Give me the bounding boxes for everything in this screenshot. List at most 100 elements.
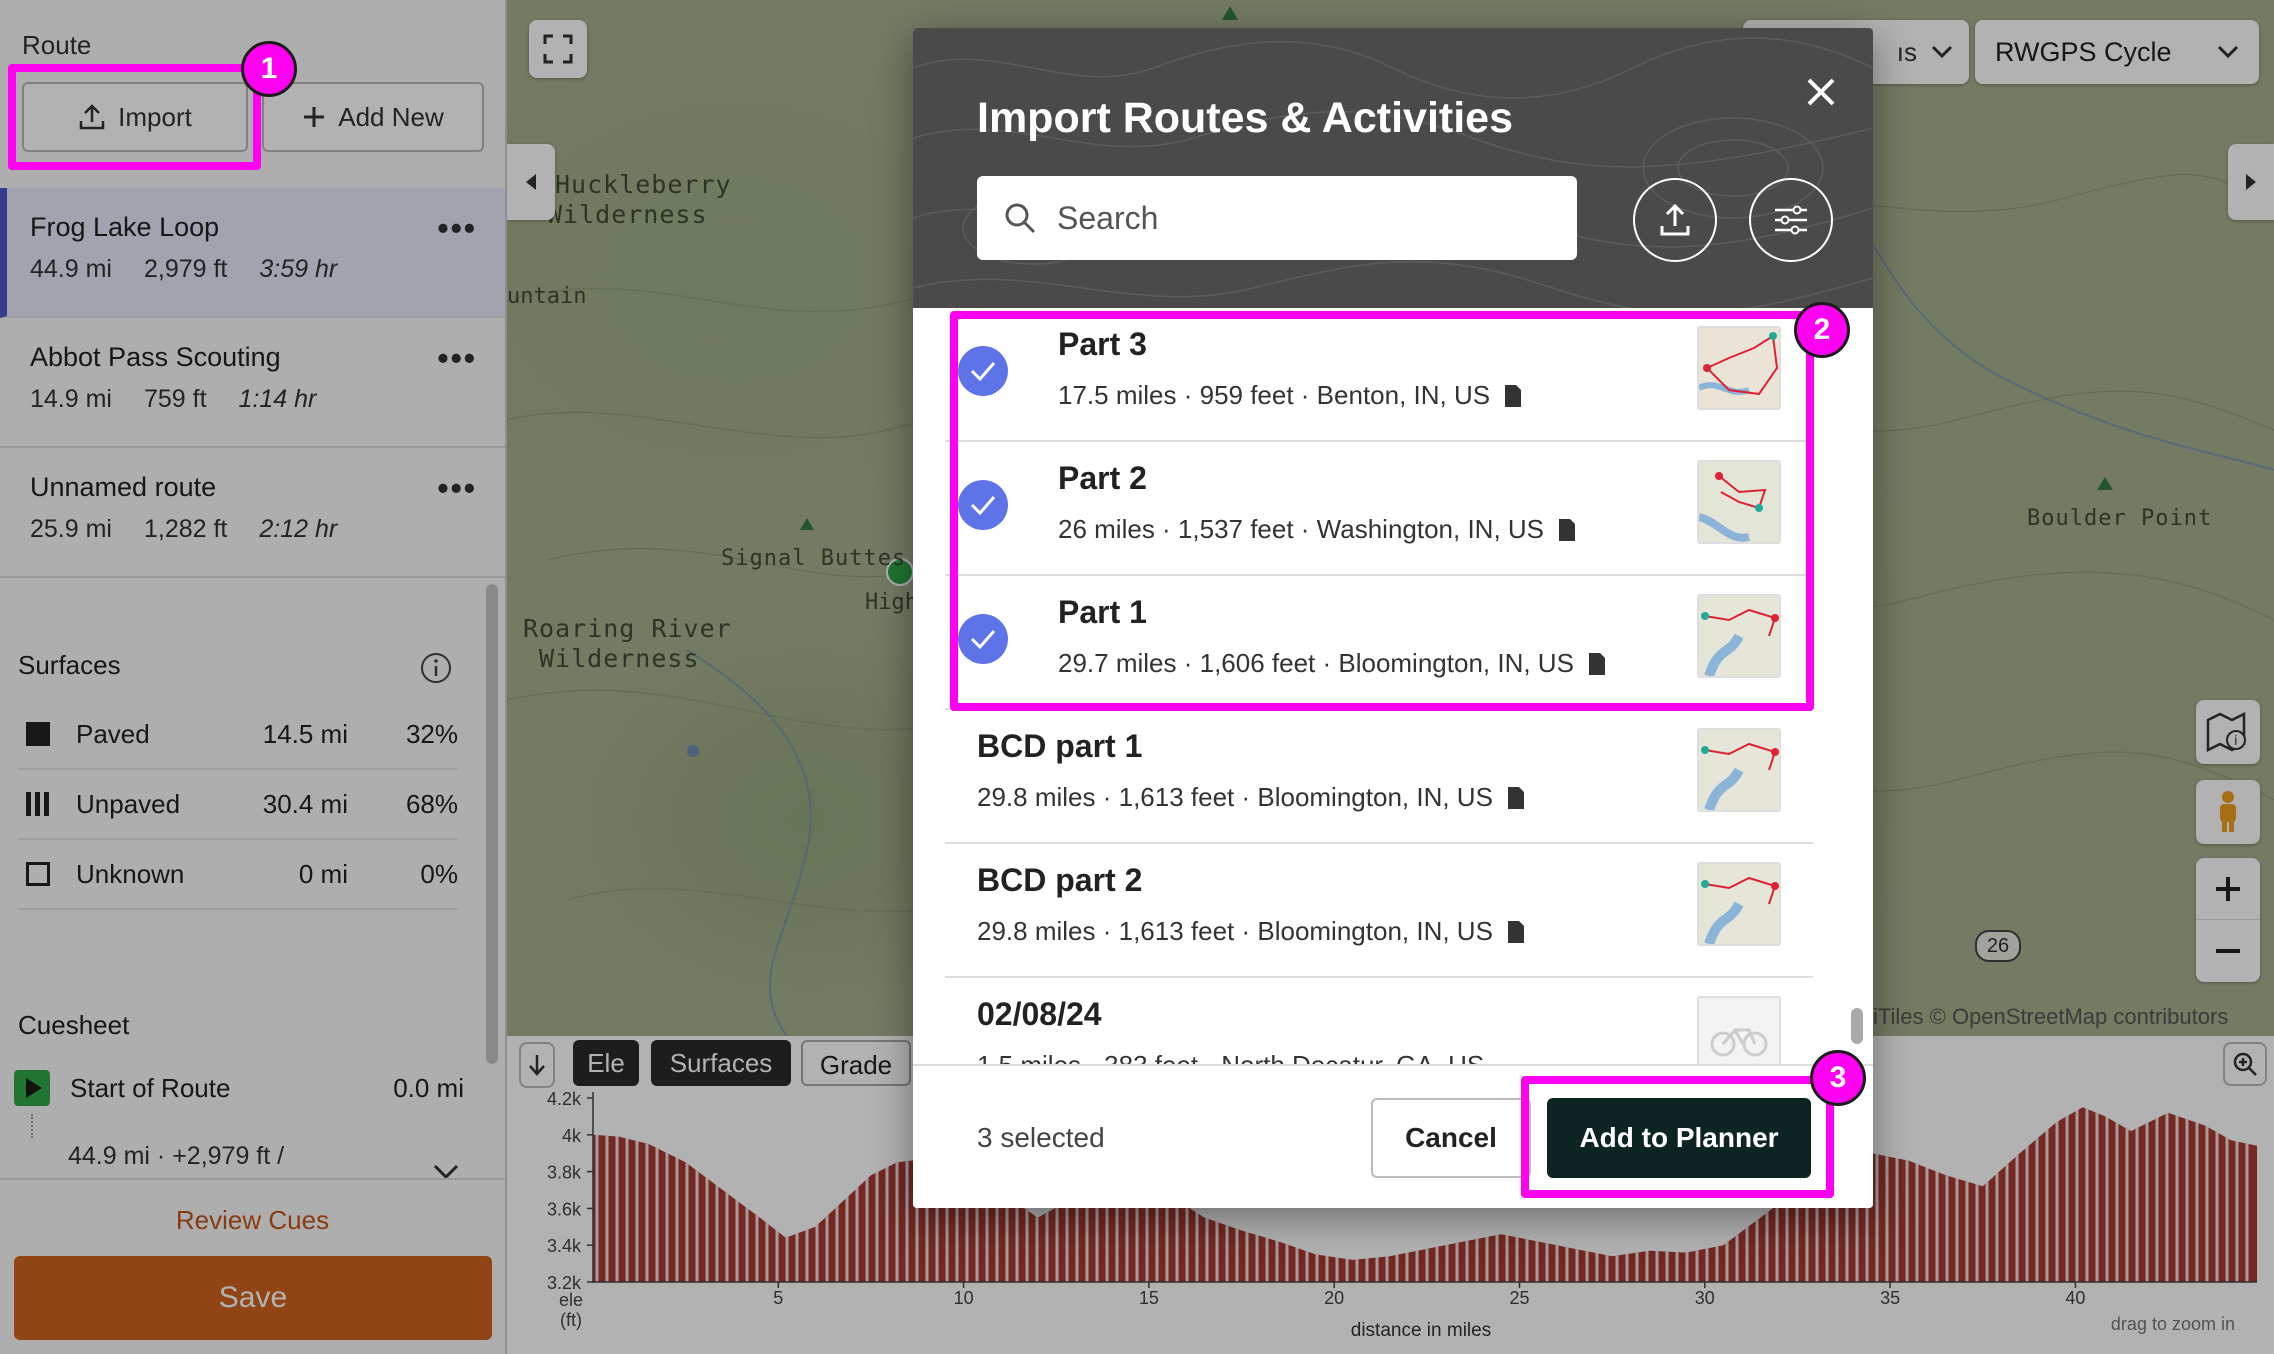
list-item[interactable]: BCD part 2 29.8 miles · 1,613 feet · Blo…: [945, 844, 1813, 978]
surface-name: Unpaved: [76, 788, 181, 819]
checkbox-checked-icon[interactable]: [958, 614, 1008, 664]
info-icon[interactable]: [420, 652, 452, 684]
map-style-dropdown[interactable]: RWGPS Cycle: [1975, 20, 2259, 84]
list-item[interactable]: Part 3 17.5 miles · 959 feet · Benton, I…: [945, 308, 1813, 442]
x-tick-label: 30: [1695, 1288, 1715, 1308]
route-stats: 14.9 mi 759 ft 1:14 hr: [30, 385, 475, 414]
street-view-button[interactable]: [2196, 780, 2260, 844]
close-icon: [1807, 78, 1835, 106]
item-title: BCD part 2: [977, 862, 1143, 898]
map-style-label: RWGPS Cycle: [1995, 36, 2172, 67]
map-attribution: iTiles © OpenStreetMap contributors: [1873, 1004, 2229, 1029]
surface-row-unpaved: Unpaved 30.4 mi 68%: [18, 770, 458, 840]
import-button[interactable]: Import: [22, 82, 248, 152]
checkbox-checked-icon[interactable]: [958, 346, 1008, 396]
svg-text:i: i: [2234, 734, 2238, 749]
route-name: Frog Lake Loop: [30, 212, 220, 242]
cancel-button[interactable]: Cancel: [1371, 1098, 1531, 1178]
surface-percent: 32%: [405, 718, 458, 749]
review-cues-button[interactable]: Review Cues: [0, 1178, 505, 1258]
zoom-hint: drag to zoom in: [2111, 1314, 2235, 1334]
cue-start-of-route[interactable]: Start of Route 0.0 mi: [14, 1070, 464, 1106]
map-info-button[interactable]: i: [2196, 700, 2260, 764]
more-options-icon[interactable]: •••: [437, 470, 477, 507]
route-distance: 44.9 mi: [30, 255, 112, 283]
x-tick-label: 20: [1324, 1288, 1344, 1308]
route-item-abbot-pass-scouting[interactable]: Abbot Pass Scouting 14.9 mi 759 ft 1:14 …: [0, 318, 505, 448]
route-thumbnail: [1697, 728, 1781, 812]
more-options-icon[interactable]: •••: [437, 340, 477, 377]
zoom-control: [2196, 858, 2260, 982]
collapse-left-button[interactable]: [507, 144, 555, 220]
list-item[interactable]: Part 2 26 miles · 1,537 feet · Washingto…: [945, 442, 1813, 576]
x-tick-label: 40: [2065, 1288, 2085, 1308]
route-time: 3:59 hr: [259, 255, 338, 283]
cue-label: Start of Route: [70, 1072, 231, 1103]
route-thumbnail: [1697, 862, 1781, 946]
x-tick-label: 25: [1509, 1288, 1529, 1308]
cue-connector: [31, 1114, 33, 1138]
item-meta-text: 17.5 miles · 959 feet · Benton, IN, US: [1058, 380, 1491, 410]
route-item-unnamed-route[interactable]: Unnamed route 25.9 mi 1,282 ft 2:12 hr •…: [0, 448, 505, 578]
more-options-icon[interactable]: •••: [437, 210, 477, 247]
route-item-frog-lake-loop[interactable]: Frog Lake Loop 44.9 mi 2,979 ft 3:59 hr …: [0, 188, 505, 318]
plus-icon: [2216, 876, 2240, 901]
list-item[interactable]: BCD part 1 29.8 miles · 1,613 feet · Blo…: [945, 710, 1813, 844]
bicycle-thumbnail: [1697, 996, 1781, 1064]
add-to-planner-button[interactable]: Add to Planner: [1547, 1098, 1811, 1178]
list-item[interactable]: 02/08/24 1.5 miles · 383 feet · North De…: [945, 978, 1813, 1064]
upload-icon: [79, 104, 105, 130]
save-button[interactable]: Save: [14, 1256, 492, 1340]
import-list[interactable]: Part 3 17.5 miles · 959 feet · Benton, I…: [913, 308, 1873, 1064]
x-tick-label: 35: [1880, 1288, 1900, 1308]
search-icon: [1005, 203, 1036, 234]
route-name: Abbot Pass Scouting: [30, 342, 281, 372]
item-meta-text: 26 miles · 1,537 feet · Washington, IN, …: [1058, 514, 1545, 544]
fullscreen-button[interactable]: [529, 20, 587, 78]
sidebar: Route Import Add New Frog Lake Loop 44.9…: [0, 0, 507, 1354]
surface-miles: 30.4 mi: [262, 788, 348, 819]
item-meta-text: 29.8 miles · 1,613 feet · Bloomington, I…: [977, 916, 1493, 946]
close-button[interactable]: [1793, 64, 1849, 120]
surface-row-unknown: Unknown 0 mi 0%: [18, 840, 458, 910]
modal-header: Import Routes & Activities: [913, 28, 1873, 308]
list-scrollbar[interactable]: [1851, 1008, 1863, 1044]
cue-distance: 0.0 mi: [393, 1072, 464, 1103]
unknown-swatch: [26, 862, 50, 886]
search-box: [977, 176, 1577, 260]
layer-dropdown-partial-label: ıs: [1896, 36, 1917, 67]
y-tick-label: 4.2k: [547, 1089, 582, 1109]
x-axis-label: distance in miles: [1351, 1320, 1491, 1341]
zoom-in-button[interactable]: [2196, 858, 2260, 920]
y-tick-label: 3.4k: [547, 1236, 582, 1256]
filter-button[interactable]: [1749, 178, 1833, 262]
item-meta: 1.5 miles · 383 feet · North Decatur, GA…: [977, 1050, 1484, 1064]
y-axis-label: (ft): [560, 1310, 582, 1330]
list-item[interactable]: Part 1 29.7 miles · 1,606 feet · Bloomin…: [945, 576, 1813, 710]
chevron-right-icon: [2246, 174, 2256, 190]
selected-count: 3 selected: [977, 1122, 1105, 1153]
item-title: Part 1: [1058, 594, 1147, 630]
surface-percent: 68%: [405, 788, 458, 819]
plus-icon: [304, 107, 325, 127]
file-icon: [1507, 786, 1524, 809]
route-time: 2:12 hr: [259, 515, 338, 543]
import-modal: Import Routes & Activities Part 3 17.5 m…: [913, 28, 1873, 1208]
surface-name: Paved: [76, 718, 150, 749]
zoom-out-button[interactable]: [2196, 920, 2260, 982]
upload-file-button[interactable]: [1633, 178, 1717, 262]
add-new-button[interactable]: Add New: [262, 82, 484, 152]
checkbox-checked-icon[interactable]: [958, 480, 1008, 530]
bicycle-icon: [1710, 1028, 1768, 1057]
item-title: Part 2: [1058, 460, 1147, 496]
map-label-signal-buttes: Signal Buttes: [721, 546, 907, 571]
sidebar-scrollbar[interactable]: [486, 584, 498, 1064]
unpaved-swatch: [26, 792, 50, 816]
route-elevation: 759 ft: [143, 385, 207, 413]
collapse-right-button[interactable]: [2228, 144, 2274, 220]
chevron-left-icon: [526, 174, 536, 190]
surface-miles: 0 mi: [298, 858, 348, 889]
item-meta: 29.8 miles · 1,613 feet · Bloomington, I…: [977, 916, 1525, 947]
file-icon: [1559, 518, 1576, 541]
search-input[interactable]: [1057, 199, 1537, 237]
